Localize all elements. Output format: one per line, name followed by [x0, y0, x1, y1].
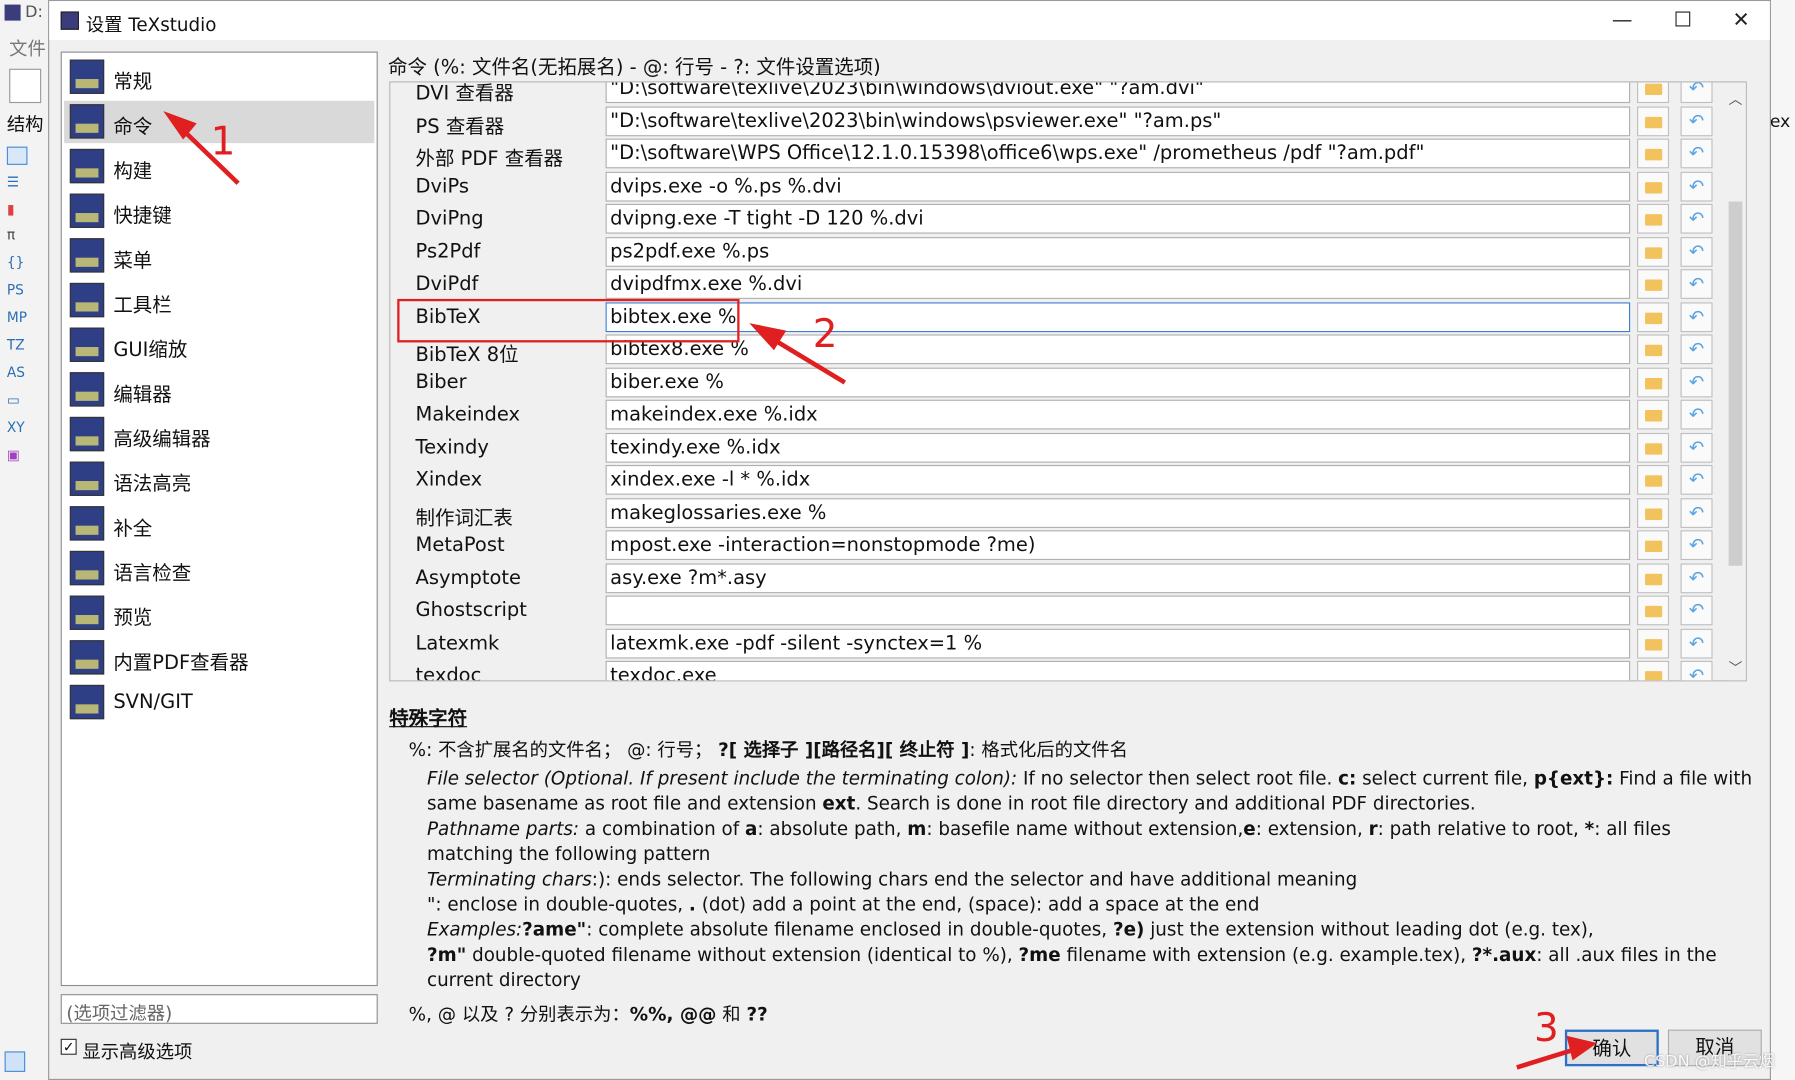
watermark: CSDN @知乎云烟: [1643, 1052, 1775, 1071]
screenshot-stage: D: 文件 结构 ☰ ▮ π {} PS MP TZ AS ▭ XY ▣ ex …: [0, 0, 1795, 1080]
annotation-arrows: [163, 111, 1598, 1070]
annotation-number-1: 1: [210, 119, 236, 165]
annotation-number-3: 3: [1533, 1005, 1559, 1052]
arrow-1-head: [163, 111, 197, 140]
annotation-number-2: 2: [812, 311, 838, 358]
arrow-3-head: [1566, 1035, 1598, 1061]
